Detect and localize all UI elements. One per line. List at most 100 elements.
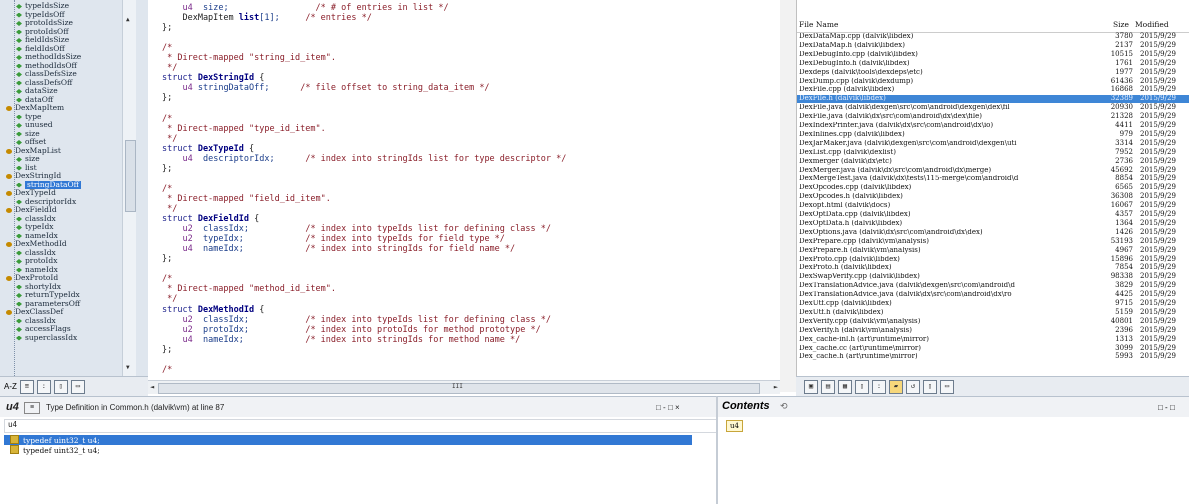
file-row[interactable]: DexDataMap.cpp (dalvik\libdex) 3780 2015/9… <box>797 32 1189 41</box>
book-icon[interactable]: ▯ <box>53 379 68 394</box>
window-icon[interactable]: ▭ <box>70 379 85 394</box>
code-token: nameIdx; <box>192 334 244 345</box>
file-row[interactable]: DexFile.java (dalvik\dx\src\com\android\… <box>797 112 1189 121</box>
code-editor[interactable]: u4 size; /* # of entries in list */ DexM… <box>148 0 780 380</box>
file-row[interactable]: DexFile.cpp (dalvik\libdex) 16868 2015/9/2… <box>797 85 1189 94</box>
file-row[interactable]: DexUtf.h (dalvik\libdex) 5159 2015/9/29 <box>797 308 1189 317</box>
project-icon[interactable]: ▣ <box>804 379 818 394</box>
file-row[interactable]: DexVerify.cpp (dalvik\vm\analysis) 40801 2… <box>797 317 1189 326</box>
list-view-icon[interactable]: ≡ <box>19 379 34 394</box>
file-row[interactable]: DexVerify.h (dalvik\vm\analysis) 2396 2015… <box>797 326 1189 335</box>
window-icon[interactable]: ▭ <box>940 379 954 394</box>
file-row[interactable]: DexMerger.java (dalvik\dx\src\com\androi… <box>797 166 1189 175</box>
file-row[interactable]: DexTranslationAdvice.java (dalvik\dx\src… <box>797 290 1189 299</box>
tree-field-item[interactable]: classIdx <box>0 214 122 224</box>
file-row[interactable]: Dex_cache-inl.h (art\runtime\mirror) 1313… <box>797 334 1189 344</box>
tree-field-item[interactable]: protoIdx <box>0 256 122 266</box>
tree-struct-item[interactable]: DexClassDef <box>0 307 122 317</box>
tree-struct-item[interactable]: DexMapItem <box>0 103 122 113</box>
file-row[interactable]: Dexopt.html (dalvik\docs) 16067 2015/9/29 <box>797 201 1189 210</box>
symbol-name: u4 <box>6 401 19 413</box>
editor-horizontal-scrollbar[interactable]: ◄ III ► <box>148 380 780 394</box>
file-list-header: File Name Size Modified <box>797 14 1189 33</box>
file-row[interactable]: Dex_cache.cc (art\runtime\mirror) 3099 201… <box>797 344 1189 353</box>
file-size: 1313 <box>1115 334 1133 343</box>
folder-icon[interactable]: ▰ <box>889 379 903 394</box>
tree-field-item[interactable]: unused <box>0 120 122 130</box>
file-row[interactable]: DexDump.cpp (dalvik\dexdump) 61436 2015/9/… <box>797 77 1189 86</box>
contents-window-buttons[interactable]: □ - □ <box>1158 403 1175 412</box>
file-row[interactable]: DexPrepare.cpp (dalvik\vm\analysis) 53193… <box>797 237 1189 246</box>
tree-field-item[interactable]: size <box>0 154 122 164</box>
code-token: protoIdx; <box>192 324 250 335</box>
file-name: DexOptData.cpp (dalvik\libdex) <box>799 211 911 218</box>
file-row[interactable]: DexOptions.java (dalvik\dx\src\com\andro… <box>797 228 1189 237</box>
tree-struct-item[interactable]: DexProtoId <box>0 273 122 283</box>
code-token: * Direct-mapped "method_id_item". <box>162 284 336 295</box>
typedef-icon <box>10 445 19 454</box>
definition-row[interactable]: typedef uint32_t u4; <box>4 445 692 455</box>
file-row[interactable]: DexUtf.cpp (dalvik\libdex) 9715 2015/9/29 <box>797 299 1189 308</box>
file-row[interactable]: DexPrepare.h (dalvik\vm\analysis) 4967 201… <box>797 245 1189 255</box>
symbol-search-input[interactable]: u4 <box>4 419 717 433</box>
file-row[interactable]: DexDebugInfo.cpp (dalvik\libdex) 10515 201… <box>797 50 1189 59</box>
file-row[interactable]: DexMergeTest.java (dalvik\dx\tests\115-m… <box>797 174 1189 183</box>
file-row[interactable]: DexDebugInfo.h (dalvik\libdex) 1761 2015/9… <box>797 59 1189 68</box>
file-row[interactable]: DexProto.h (dalvik\libdex) 7854 2015/9/29 <box>797 263 1189 272</box>
files-icon[interactable]: ▤ <box>821 379 835 394</box>
file-row[interactable]: DexTranslationAdvice.java (dalvik\dexgen… <box>797 281 1189 290</box>
column-modified[interactable]: Modified <box>1135 20 1169 29</box>
tree-struct-item[interactable]: DexMapList <box>0 146 122 156</box>
code-token: descriptorIdx; <box>192 153 275 164</box>
tree-struct-item[interactable]: DexFieldId <box>0 205 122 215</box>
tree-struct-item[interactable]: DexMethodId <box>0 239 122 249</box>
file-name: DexDebugInfo.cpp (dalvik\libdex) <box>799 50 918 58</box>
tree-field-item[interactable]: type <box>0 112 122 122</box>
file-row[interactable]: DexOpcodes.cpp (dalvik\libdex) 6565 2015/9… <box>797 183 1189 192</box>
file-row[interactable]: DexFile.h (dalvik\libdex) 32389 2015/9/29 <box>797 94 1189 104</box>
grid-icon[interactable]: ▦ <box>838 379 852 394</box>
scroll-left-arrow[interactable]: ◄ <box>150 383 154 391</box>
sync-icon[interactable]: ≡ <box>24 402 40 414</box>
scroll-down-arrow[interactable]: ▼ <box>126 364 130 371</box>
file-row[interactable]: DexOptData.h (dalvik\libdex) 1364 2015/9/2… <box>797 219 1189 228</box>
column-file-name[interactable]: File Name <box>799 20 838 29</box>
code-token: /* index into typeIds list for defining … <box>249 314 551 325</box>
column-size[interactable]: Size <box>1113 20 1129 29</box>
file-row[interactable]: DexSwapVerify.cpp (dalvik\libdex) 98338 20… <box>797 272 1189 281</box>
file-row[interactable]: DexProto.cpp (dalvik\libdex) 15896 2015/9/… <box>797 255 1189 264</box>
page-icon[interactable]: ▯ <box>923 379 937 394</box>
file-row[interactable]: DexInlines.cpp (dalvik\libdex) 979 2015/9/… <box>797 130 1189 139</box>
tree-scrollbar[interactable]: ▲ ▼ <box>122 0 136 376</box>
tree-field-item[interactable]: typeIdx <box>0 222 122 232</box>
book-icon[interactable]: ▯ <box>855 379 869 394</box>
refresh-icon[interactable]: ↺ <box>906 379 920 394</box>
file-row[interactable]: DexJarMaker.java (dalvik\dexgen\src\com\… <box>797 139 1189 148</box>
file-row[interactable]: DexDataMap.h (dalvik\libdex) 2137 2015/9/2… <box>797 41 1189 50</box>
file-row[interactable]: Dexmerger (dalvik\dx\etc) 2736 2015/9/29 <box>797 157 1189 166</box>
panel-window-buttons[interactable]: □ - □ × <box>656 403 680 412</box>
category-view-icon[interactable]: : <box>36 379 51 394</box>
sort-az-button[interactable]: A-Z <box>4 382 17 391</box>
file-row[interactable]: DexOpcodes.h (dalvik\libdex) 36308 2015/9/… <box>797 192 1189 201</box>
category-icon[interactable]: : <box>872 379 886 394</box>
tree-field-item[interactable]: dataSize <box>0 86 122 96</box>
file-row[interactable]: DexOptData.cpp (dalvik\libdex) 4357 2015/9… <box>797 210 1189 219</box>
contents-symbol-chip[interactable]: u4 <box>726 420 743 432</box>
tree-field-item[interactable]: classIdx <box>0 248 122 258</box>
file-row[interactable]: Dex_cache.h (art\runtime\mirror) 5993 2015… <box>797 352 1189 361</box>
tree-field-item[interactable]: size <box>0 129 122 139</box>
file-row[interactable]: DexFile.java (dalvik\dexgen\src\com\andr… <box>797 103 1189 112</box>
panel-splitter[interactable] <box>780 0 796 392</box>
file-size: 4967 <box>1115 245 1133 254</box>
file-row[interactable]: DexIndexPrinter.java (dalvik\dx\src\com\… <box>797 121 1189 130</box>
scroll-thumb[interactable] <box>125 140 136 212</box>
tree-field-item[interactable]: classDefsOff <box>0 78 122 88</box>
contents-sync-icon[interactable]: ⟲ <box>780 401 788 412</box>
file-row[interactable]: Dexdeps (dalvik\tools\dexdeps\etc) 1977 20… <box>797 68 1189 77</box>
definition-row[interactable]: typedef uint32_t u4; <box>4 435 692 445</box>
scroll-right-arrow[interactable]: ► <box>774 383 778 391</box>
tree-field-item[interactable]: superclassIdx <box>0 333 122 343</box>
scroll-up-arrow[interactable]: ▲ <box>126 16 130 23</box>
file-row[interactable]: DexList.cpp (dalvik\dexlist) 7952 2015/9/2… <box>797 148 1189 157</box>
